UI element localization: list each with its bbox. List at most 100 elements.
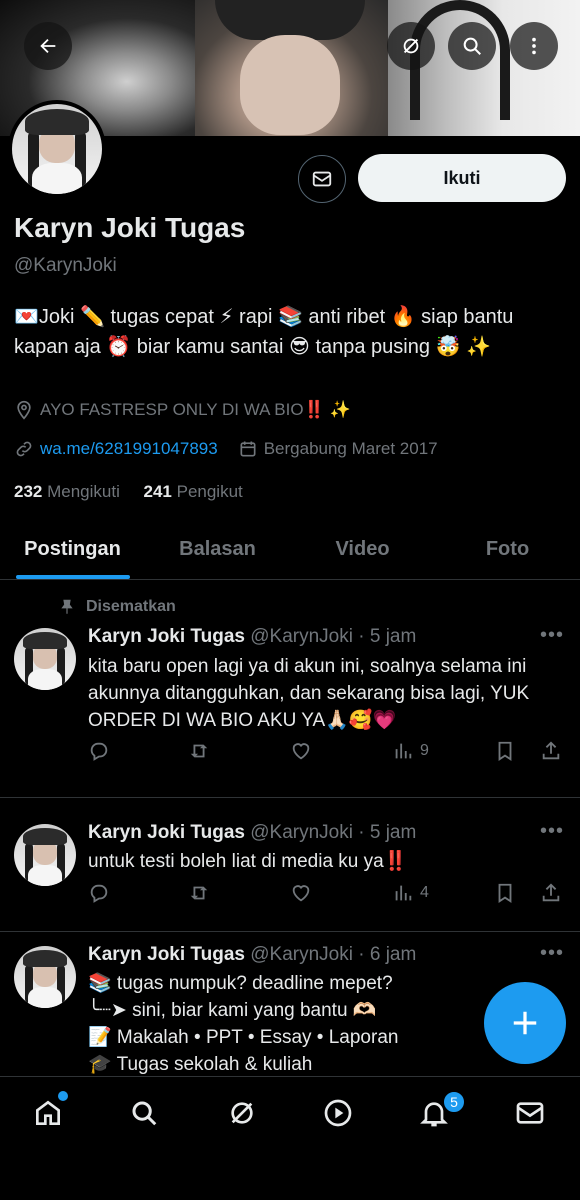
reply-icon (90, 742, 108, 761)
post-avatar[interactable] (14, 946, 76, 1008)
profile-handle: @KarynJoki (14, 255, 117, 276)
views-count: 9 (420, 742, 429, 759)
views-icon (395, 885, 412, 901)
share-icon (542, 883, 560, 902)
grok-icon (403, 38, 419, 54)
post-actions: 4 (88, 882, 568, 912)
followers-label: Pengikut (176, 482, 243, 501)
post-more-icon[interactable]: ••• (540, 624, 564, 647)
post-text: untuk testi boleh liat di media ku ya‼️ (88, 851, 408, 872)
tab-replies[interactable]: Balasan (145, 520, 290, 579)
following-link[interactable]: 232 Mengikuti (14, 482, 120, 501)
reply-button[interactable] (88, 882, 110, 904)
reply-button[interactable] (88, 740, 110, 762)
profile-avatar[interactable] (8, 100, 106, 198)
grok-icon (231, 1102, 253, 1124)
reply-icon (90, 884, 108, 903)
pin-icon (58, 598, 76, 616)
views-count: 4 (420, 884, 429, 901)
post-more-icon[interactable]: ••• (540, 820, 564, 843)
home-icon (36, 1100, 60, 1125)
followers-count: 241 (143, 482, 172, 501)
following-label: Mengikuti (47, 482, 120, 501)
compose-button[interactable] (484, 982, 566, 1064)
like-button[interactable] (290, 740, 312, 762)
post-item[interactable]: Karyn Joki Tugas @KarynJoki · 5 jam ••• … (0, 798, 580, 932)
message-button[interactable] (298, 155, 346, 203)
share-button[interactable] (540, 882, 562, 904)
heart-icon (292, 743, 310, 760)
post-author-name[interactable]: Karyn Joki Tugas (88, 626, 245, 647)
nav-messages[interactable] (510, 1093, 550, 1133)
notification-badge: 5 (442, 1090, 466, 1114)
bottom-navigation (0, 1076, 580, 1200)
views-button[interactable]: 4 (392, 882, 429, 904)
location-text: AYO FASTRESP ONLY DI WA BIO‼️ ✨ (40, 400, 351, 419)
joined-date: Bergabung Maret 2017 (263, 439, 438, 458)
bookmark-icon (498, 741, 512, 761)
like-button[interactable] (290, 882, 312, 904)
nav-video[interactable] (318, 1093, 358, 1133)
post-header: Karyn Joki Tugas @KarynJoki · 6 jam (88, 944, 416, 966)
heart-icon (292, 885, 310, 902)
bookmark-button[interactable] (494, 740, 516, 762)
post-avatar[interactable] (14, 628, 76, 690)
bookmark-icon (498, 883, 512, 903)
more-vertical-icon (532, 37, 536, 55)
post-more-icon[interactable]: ••• (540, 942, 564, 965)
mail-icon (516, 1102, 544, 1124)
views-icon (395, 743, 412, 759)
post-header: Karyn Joki Tugas @KarynJoki · 5 jam (88, 822, 416, 844)
views-button[interactable]: 9 (392, 740, 429, 762)
share-icon (542, 741, 560, 760)
post-handle-time: @KarynJoki · 5 jam (250, 822, 417, 843)
bookmark-button[interactable] (494, 882, 516, 904)
mail-icon (312, 171, 332, 187)
followers-link[interactable]: 241 Pengikut (144, 482, 243, 501)
tab-photos[interactable]: Foto (435, 520, 580, 579)
link-icon (14, 439, 34, 459)
grok-button[interactable] (387, 22, 435, 70)
banner-cap-shape (215, 0, 365, 40)
post-line: 🎓 Tugas sekolah & kuliah (88, 1054, 313, 1075)
video-icon (324, 1099, 352, 1127)
profile-website-link[interactable]: wa.me/6281991047893 (40, 439, 218, 459)
search-button[interactable] (448, 22, 496, 70)
profile-bio: 💌Joki ✏️ tugas cepat ⚡ rapi 📚 anti ribet… (14, 306, 514, 358)
following-count: 232 (14, 482, 43, 501)
profile-link-row: wa.me/6281991047893 Bergabung Maret 2017 (14, 439, 438, 459)
profile-location: AYO FASTRESP ONLY DI WA BIO‼️ ✨ (14, 400, 351, 420)
nav-grok[interactable] (222, 1093, 262, 1133)
post-header: Karyn Joki Tugas @KarynJoki · 5 jam (88, 626, 416, 648)
pinned-label: Disematkan (86, 598, 176, 615)
banner-face-shape (240, 35, 340, 135)
avatar-image (12, 104, 102, 194)
post-handle-time: @KarynJoki · 6 jam (250, 944, 417, 965)
post-item[interactable]: Disematkan Karyn Joki Tugas @KarynJoki ·… (0, 580, 580, 798)
plus-icon (513, 1011, 537, 1035)
repost-icon (190, 886, 208, 900)
back-button[interactable] (24, 22, 72, 70)
calendar-icon (238, 439, 258, 459)
post-author-name[interactable]: Karyn Joki Tugas (88, 822, 245, 843)
post-text: kita baru open lagi ya di akun ini, soal… (88, 656, 530, 731)
post-author-name[interactable]: Karyn Joki Tugas (88, 944, 245, 965)
post-handle-time: @KarynJoki · 5 jam (250, 626, 417, 647)
search-icon (463, 37, 481, 55)
more-options-button[interactable] (510, 22, 558, 70)
follow-stats: 232 Mengikuti 241 Pengikut (14, 482, 243, 502)
repost-button[interactable] (188, 882, 210, 904)
share-button[interactable] (540, 740, 562, 762)
search-icon (132, 1101, 157, 1126)
post-avatar[interactable] (14, 824, 76, 886)
tab-video[interactable]: Video (290, 520, 435, 579)
arrow-left-icon (40, 38, 56, 54)
nav-search[interactable] (124, 1093, 164, 1133)
post-actions: 9 (88, 740, 568, 770)
pinned-indicator: Disematkan (58, 598, 176, 616)
repost-icon (190, 744, 208, 758)
repost-button[interactable] (188, 740, 210, 762)
follow-button[interactable]: Ikuti (358, 154, 566, 202)
tab-posts[interactable]: Postingan (0, 520, 145, 579)
location-pin-icon (14, 400, 34, 420)
